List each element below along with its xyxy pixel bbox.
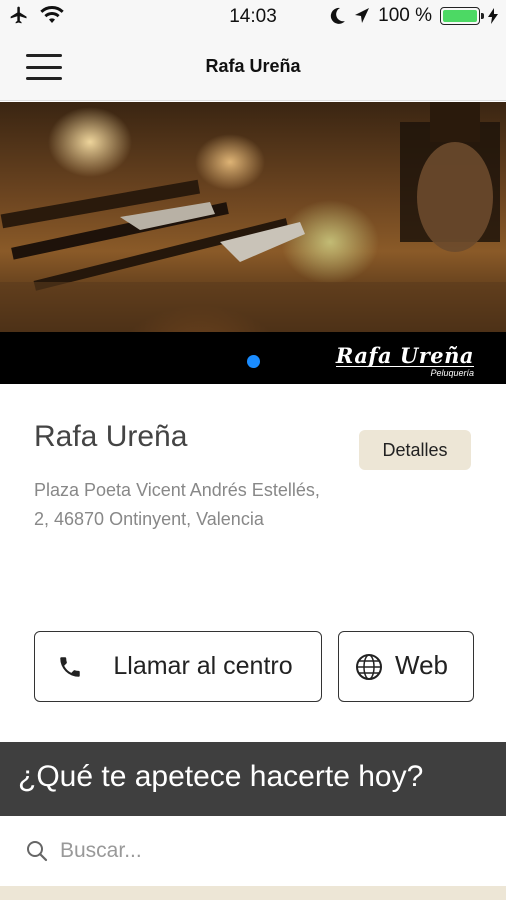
battery-icon [440, 7, 484, 25]
search-input[interactable] [60, 836, 480, 866]
search-icon [27, 841, 48, 862]
category-strip[interactable] [0, 886, 506, 900]
globe-icon [356, 654, 382, 680]
battery-fill [443, 10, 477, 22]
call-button[interactable]: Llamar al centro [34, 631, 322, 702]
navigation-bar: Rafa Ureña [0, 34, 506, 101]
brand-logo: Rafa Ureña Peluquería [335, 343, 474, 378]
charging-bolt-icon [488, 8, 498, 24]
web-label: Web [395, 650, 448, 680]
web-button[interactable]: Web [338, 631, 474, 702]
page-title: Rafa Ureña [205, 56, 301, 76]
shop-address: Plaza Poeta Vicent Andrés Estellés, 2, 4… [34, 480, 320, 529]
battery-percent: 100 % [378, 5, 432, 26]
shop-name: Rafa Ureña [34, 420, 188, 453]
logo-main-text: Rafa Ureña [335, 343, 474, 368]
hero-image[interactable] [0, 102, 506, 332]
carousel-dot-active[interactable] [247, 355, 260, 368]
section-header: ¿Qué te apetece hacerte hoy? [0, 742, 506, 816]
phone-icon [60, 657, 80, 677]
status-right: 100 % [330, 5, 498, 27]
location-arrow-icon [355, 8, 370, 23]
details-button[interactable]: Detalles [359, 430, 471, 470]
call-label: Llamar al centro [113, 652, 293, 680]
status-bar: 14:03 100 % [0, 0, 506, 34]
search-row [0, 816, 506, 886]
moon-icon [330, 7, 346, 24]
section-header-text: ¿Qué te apetece hacerte hoy? [18, 760, 424, 793]
barber-tools-illustration [0, 102, 506, 332]
